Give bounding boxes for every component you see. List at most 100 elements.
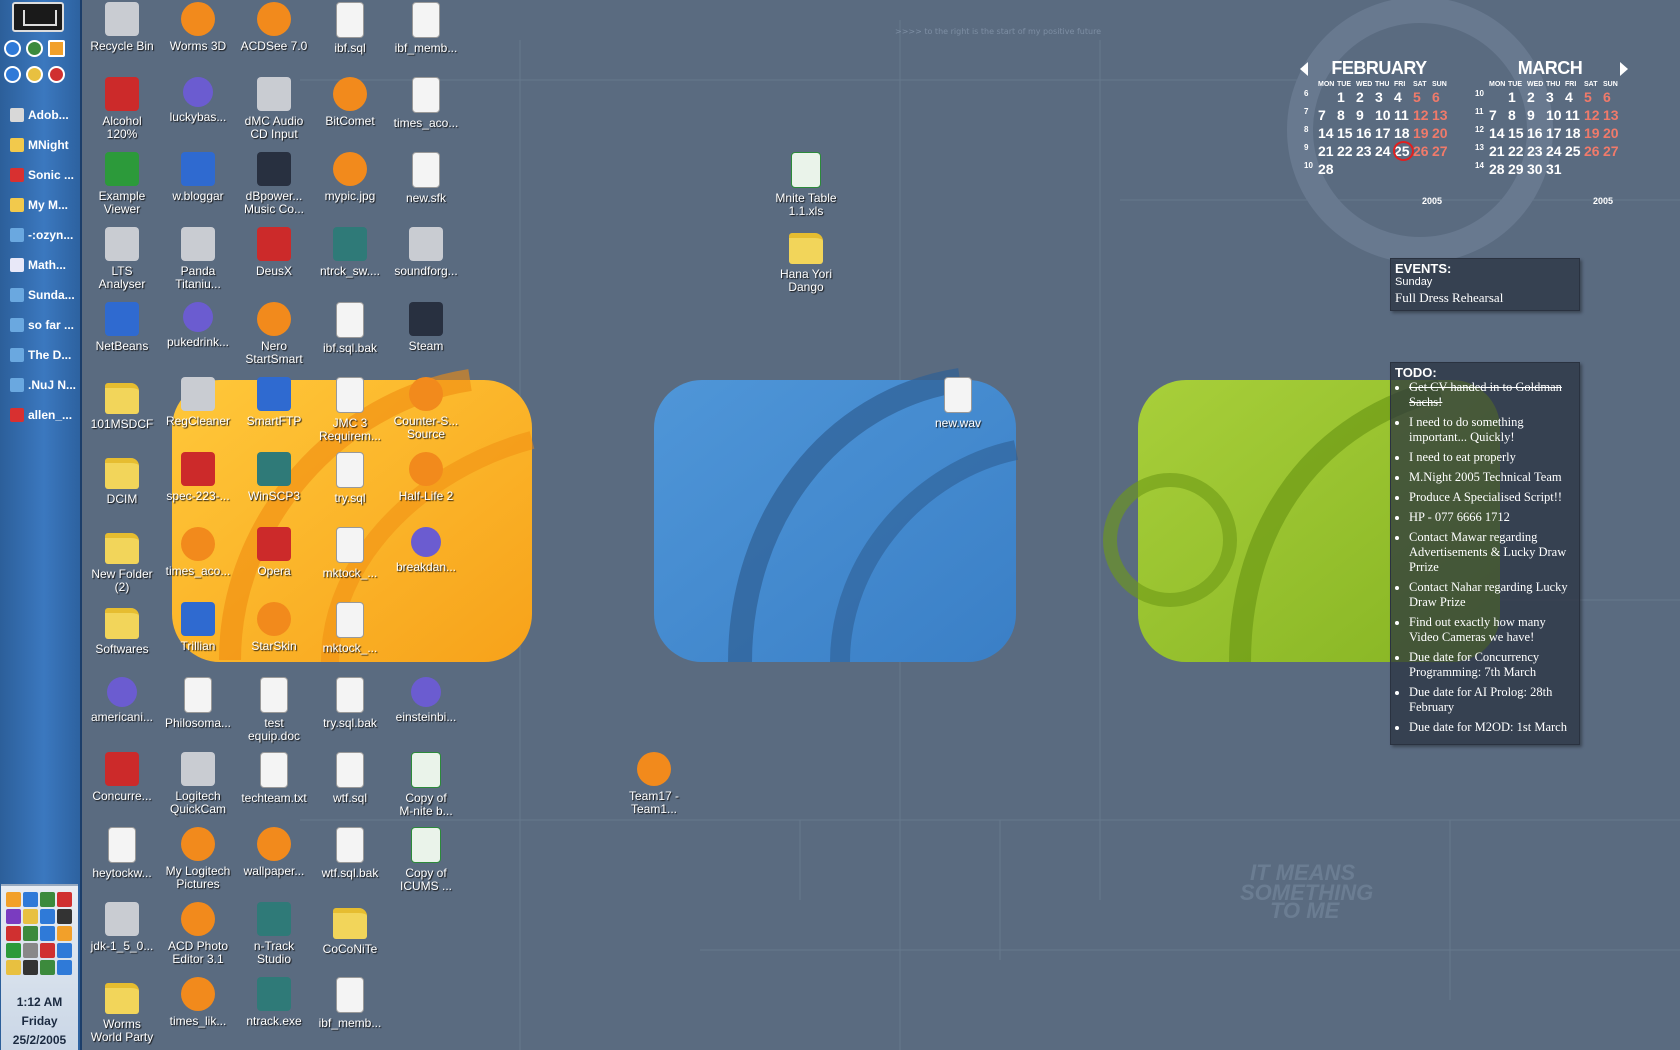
calendar-day[interactable]: 23 — [1527, 142, 1546, 160]
calendar-day[interactable]: 15 — [1337, 124, 1356, 142]
desktop-icon[interactable]: try.sql.bak — [310, 677, 390, 730]
ie-icon[interactable] — [4, 40, 21, 57]
calendar-day[interactable]: 5 — [1584, 88, 1603, 106]
calendar-day[interactable]: 25 — [1565, 142, 1584, 160]
desktop-icon[interactable]: techteam.txt — [234, 752, 314, 805]
desktop-icon[interactable]: dBpower... Music Co... — [234, 152, 314, 216]
tray-app-icon[interactable] — [6, 909, 21, 924]
calendar-day[interactable]: 13 — [1432, 106, 1451, 124]
desktop-icon[interactable]: Panda Titaniu... — [158, 227, 238, 291]
taskbar-button[interactable]: allen_... — [2, 402, 76, 428]
calendar-day[interactable]: 28 — [1318, 160, 1337, 178]
tray-app-icon[interactable] — [23, 909, 38, 924]
desktop-icon[interactable]: wtf.sql — [310, 752, 390, 805]
calendar-day[interactable]: 24 — [1546, 142, 1565, 160]
desktop-icon[interactable]: wtf.sql.bak — [310, 827, 390, 880]
calendar-day[interactable]: 17 — [1375, 124, 1394, 142]
desktop-icon[interactable]: New Folder (2) — [82, 527, 162, 594]
calendar-day[interactable]: 11 — [1394, 106, 1413, 124]
taskbar-button[interactable]: Sunda... — [2, 282, 76, 308]
desktop-icon[interactable]: ibf.sql — [310, 2, 390, 55]
todo-item[interactable]: Contact Mawar regarding Advertisements &… — [1409, 530, 1575, 575]
calendar-day[interactable]: 9 — [1356, 106, 1375, 124]
calendar-day[interactable]: 19 — [1413, 124, 1432, 142]
desktop-icon[interactable]: times_lik... — [158, 977, 238, 1028]
desktop-icon[interactable]: ibf_memb... — [386, 2, 466, 55]
tray-app-icon[interactable] — [57, 943, 72, 958]
desktop-icon[interactable]: luckybas... — [158, 77, 238, 124]
start-button[interactable] — [12, 2, 64, 32]
tray-app-icon[interactable] — [6, 943, 21, 958]
desktop-icon[interactable]: mktock_... — [310, 527, 390, 580]
calendar-day[interactable]: 4 — [1394, 88, 1413, 106]
calendar-day[interactable]: 29 — [1508, 160, 1527, 178]
desktop-icon[interactable]: ibf_memb... — [310, 977, 390, 1030]
desktop-icon[interactable]: new.wav — [918, 377, 998, 430]
calendar-day[interactable]: 18 — [1394, 124, 1413, 142]
calendar-day[interactable]: 6 — [1603, 88, 1622, 106]
calendar-today[interactable]: 25 — [1393, 141, 1414, 161]
calendar-day[interactable]: 23 — [1356, 142, 1375, 160]
calendar-day[interactable]: 2 — [1356, 88, 1375, 106]
desktop-icon[interactable]: n-Track Studio — [234, 902, 314, 966]
desktop-icon[interactable]: times_aco... — [158, 527, 238, 578]
calendar-day[interactable]: 4 — [1565, 88, 1584, 106]
tray-app-icon[interactable] — [40, 943, 55, 958]
calendar-day[interactable]: 8 — [1337, 106, 1356, 124]
desktop-icon[interactable]: pukedrink... — [158, 302, 238, 349]
taskbar-button[interactable]: .NuJ N... — [2, 372, 76, 398]
calendar-day[interactable]: 7 — [1489, 106, 1508, 124]
desktop-icon[interactable]: Opera — [234, 527, 314, 578]
desktop-icon[interactable]: CoCoNiTe — [310, 902, 390, 956]
calendar-day[interactable]: 27 — [1603, 142, 1622, 160]
todo-item[interactable]: Due date for AI Prolog: 28th February — [1409, 685, 1575, 715]
desktop-icon[interactable]: 101MSDCF — [82, 377, 162, 431]
tray-app-icon[interactable] — [6, 892, 21, 907]
todo-item[interactable]: M.Night 2005 Technical Team — [1409, 470, 1575, 485]
calendar-day[interactable]: 27 — [1432, 142, 1451, 160]
calendar-day[interactable]: 30 — [1527, 160, 1546, 178]
calendar-day[interactable]: 12 — [1413, 106, 1432, 124]
calendar-day[interactable]: 2 — [1527, 88, 1546, 106]
calendar-day[interactable]: 26 — [1584, 142, 1603, 160]
desktop-icon[interactable]: ntrack.exe — [234, 977, 314, 1028]
taskbar-button[interactable]: The D... — [2, 342, 76, 368]
desktop-icon[interactable]: Copy of M-nite b... — [386, 752, 466, 818]
desktop-icon[interactable]: spec-223-... — [158, 452, 238, 503]
calendar-day[interactable]: 16 — [1356, 124, 1375, 142]
calendar-day[interactable]: 31 — [1546, 160, 1565, 178]
desktop-icon[interactable]: Team17 - Team1... — [614, 752, 694, 816]
desktop-icon[interactable]: DCIM — [82, 452, 162, 506]
desktop-icon[interactable]: heytockw... — [82, 827, 162, 880]
desktop-icon[interactable]: Recycle Bin — [82, 2, 162, 53]
desktop-icon[interactable]: soundforg... — [386, 227, 466, 278]
desktop-icon[interactable]: mktock_... — [310, 602, 390, 655]
calendar-day[interactable]: 20 — [1603, 124, 1622, 142]
desktop-icon[interactable]: StarSkin — [234, 602, 314, 653]
desktop-icon[interactable]: ACDSee 7.0 — [234, 2, 314, 53]
calendar-day[interactable]: 28 — [1489, 160, 1508, 178]
desktop-icon[interactable]: Philosoma... — [158, 677, 238, 730]
calendar-day[interactable]: 24 — [1375, 142, 1394, 160]
desktop-icon[interactable]: Hana Yori Dango — [766, 227, 846, 294]
calendar-day[interactable]: 22 — [1337, 142, 1356, 160]
calendar-day[interactable]: 8 — [1508, 106, 1527, 124]
calendar-day[interactable]: 13 — [1603, 106, 1622, 124]
desktop-icon[interactable]: breakdan... — [386, 527, 466, 574]
desktop-icon[interactable]: Copy of ICUMS ... — [386, 827, 466, 893]
tray-app-icon[interactable] — [23, 926, 38, 941]
desktop-icon[interactable]: w.bloggar — [158, 152, 238, 203]
desktop-icon[interactable]: mypic.jpg — [310, 152, 390, 203]
taskbar-button[interactable]: -:ozyn... — [2, 222, 76, 248]
desktop-icon[interactable]: wallpaper... — [234, 827, 314, 878]
desktop-icon[interactable]: DeusX — [234, 227, 314, 278]
todo-item[interactable]: I need to do something important... Quic… — [1409, 415, 1575, 445]
desktop-icon[interactable]: test equip.doc — [234, 677, 314, 743]
desktop-icon[interactable]: My Logitech Pictures — [158, 827, 238, 891]
desktop-icon[interactable]: Nero StartSmart — [234, 302, 314, 366]
desktop-icon[interactable]: einsteinbi... — [386, 677, 466, 724]
calendar-day[interactable]: 21 — [1489, 142, 1508, 160]
calendar-day[interactable]: 10 — [1546, 106, 1565, 124]
desktop-icon[interactable]: Trillian — [158, 602, 238, 653]
calendar-day[interactable]: 22 — [1508, 142, 1527, 160]
